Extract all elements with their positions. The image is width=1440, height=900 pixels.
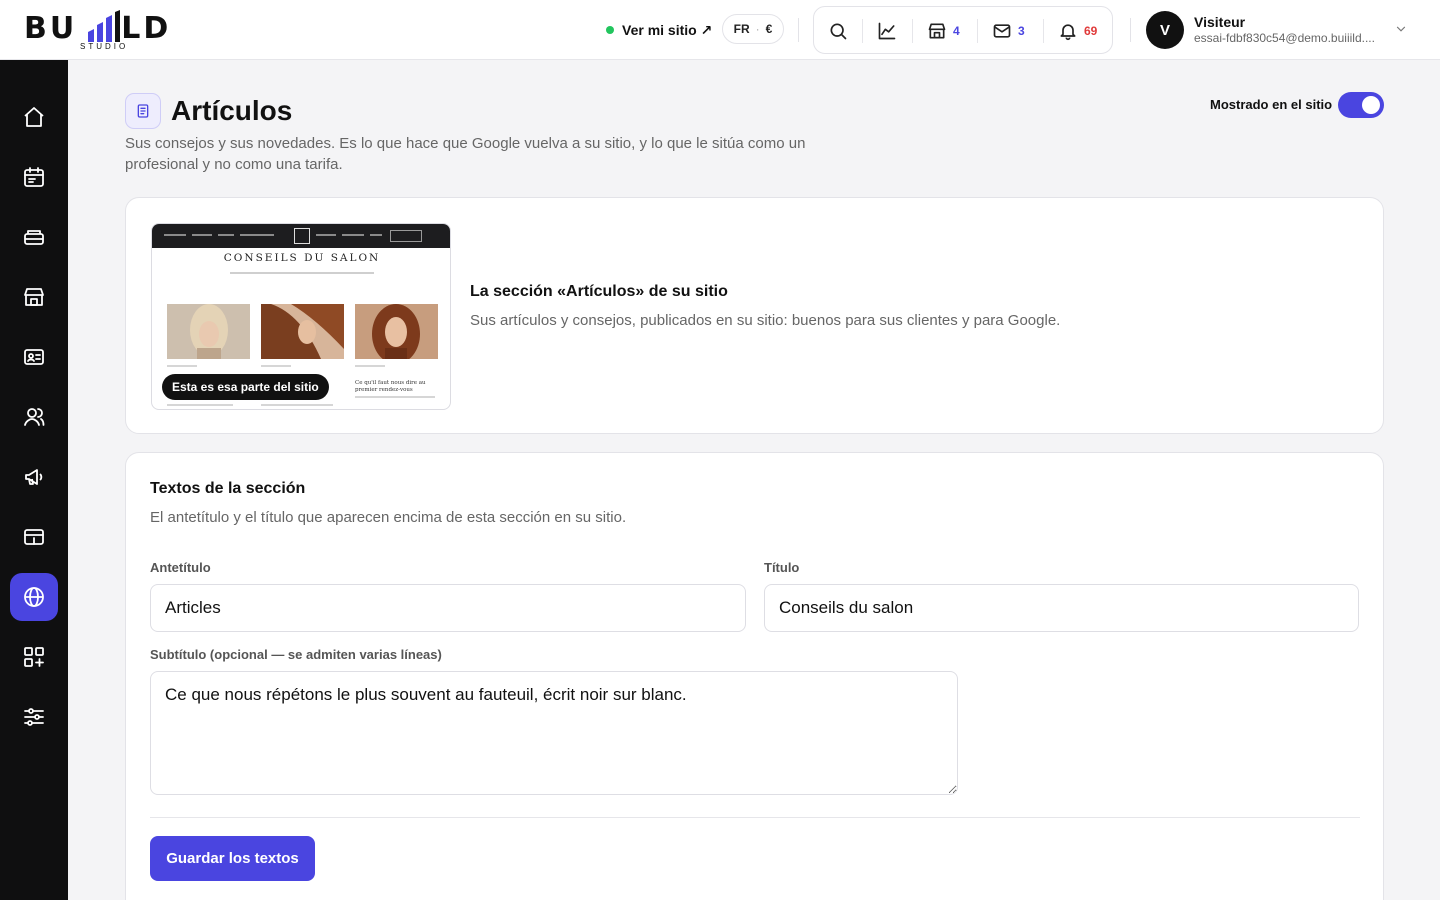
divider bbox=[1130, 18, 1131, 42]
preview-line bbox=[167, 365, 197, 367]
chevron-down-icon bbox=[1396, 26, 1406, 32]
establishments-button[interactable]: 4 bbox=[927, 19, 960, 43]
divider bbox=[798, 18, 799, 42]
store-icon bbox=[24, 288, 44, 306]
payment-card-icon bbox=[24, 529, 44, 545]
site-online-dot bbox=[606, 26, 614, 34]
preview-line bbox=[355, 365, 385, 367]
language-code: FR bbox=[733, 22, 750, 36]
preview-article-title: Ce qu'il faut nous dire au premier rende… bbox=[355, 380, 426, 393]
home-icon bbox=[24, 107, 44, 127]
sidebar-item-home[interactable] bbox=[10, 93, 58, 141]
sidebar-item-services[interactable] bbox=[10, 213, 58, 261]
preview-logo bbox=[294, 228, 310, 244]
build-studio-logo[interactable]: BU LD STUDIO bbox=[24, 8, 184, 52]
site-section-preview[interactable]: CONSEILS DU SALON Ce qu'il faut nous dir… bbox=[151, 223, 451, 410]
toolbar-divider bbox=[977, 19, 978, 43]
texts-card-description: El antetítulo y el título que aparecen e… bbox=[150, 509, 627, 526]
language-currency-selector[interactable]: FR · € bbox=[722, 14, 784, 44]
preview-line bbox=[261, 404, 333, 406]
preview-section-subtitle bbox=[230, 272, 374, 274]
sidebar-item-settings[interactable] bbox=[10, 693, 58, 741]
sidebar-item-calendar[interactable] bbox=[10, 153, 58, 201]
toolbar-group: 4 3 69 bbox=[813, 6, 1113, 54]
preview-site-nav bbox=[152, 224, 450, 248]
preview-line bbox=[355, 396, 435, 398]
section-preview-card: CONSEILS DU SALON Ce qu'il faut nous dir… bbox=[125, 197, 1384, 434]
preview-cta bbox=[390, 230, 422, 242]
bell-icon bbox=[1060, 24, 1076, 41]
section-texts-card: Textos de la sección El antetítulo y el … bbox=[125, 452, 1384, 900]
section-info-title: La sección «Artículos» de su sitio bbox=[470, 283, 728, 300]
user-menu[interactable]: V Visiteur essai-fdbf830c54@demo.buiiild… bbox=[1146, 10, 1416, 50]
store-icon bbox=[928, 23, 946, 39]
subtitle-textarea[interactable]: Ce que nous répétons le plus souvent au … bbox=[150, 671, 958, 795]
notifications-button[interactable]: 69 bbox=[1058, 19, 1097, 43]
document-icon bbox=[137, 104, 149, 118]
sidebar-item-store[interactable] bbox=[10, 273, 58, 321]
sidebar-item-contacts[interactable] bbox=[10, 333, 58, 381]
toolbar-divider bbox=[912, 19, 913, 43]
title-label: Título bbox=[764, 560, 800, 575]
shown-on-site-label: Mostrado en el sitio bbox=[1210, 97, 1333, 112]
page-description: Sus consejos y sus novedades. Es lo que … bbox=[125, 135, 806, 173]
view-site-link[interactable]: Ver mi sitio ↗ bbox=[606, 20, 712, 40]
preview-section-title: CONSEILS DU SALON bbox=[223, 252, 381, 264]
sliders-icon bbox=[24, 708, 44, 726]
kicker-label: Antetítulo bbox=[150, 560, 211, 575]
user-email: essai-fdbf830c54@demo.buiiild.... bbox=[1194, 31, 1375, 45]
sidebar-item-apps[interactable] bbox=[10, 633, 58, 681]
sidebar-item-clients[interactable] bbox=[10, 393, 58, 441]
sidebar-item-marketing[interactable] bbox=[10, 453, 58, 501]
subtitle-label: Subtítulo (opcional — se admiten varias … bbox=[150, 647, 442, 662]
user-name: Visiteur bbox=[1194, 14, 1246, 30]
contact-card-icon bbox=[24, 349, 44, 365]
preview-article-image-1 bbox=[167, 304, 250, 359]
language-separator: · bbox=[755, 22, 760, 36]
messages-button[interactable]: 3 bbox=[992, 19, 1025, 43]
calendar-icon bbox=[24, 167, 44, 187]
save-texts-button[interactable]: Guardar los textos bbox=[150, 836, 315, 881]
preview-article-image-3 bbox=[355, 304, 438, 359]
articles-page-icon bbox=[125, 93, 161, 129]
globe-icon bbox=[24, 587, 44, 607]
mail-icon bbox=[993, 24, 1011, 38]
top-bar: BU LD STUDIO Ver mi sitio ↗ FR · € 4 3 6… bbox=[0, 0, 1440, 60]
title-input[interactable] bbox=[764, 584, 1359, 632]
preview-line bbox=[261, 365, 291, 367]
users-icon bbox=[24, 408, 45, 426]
page-title: Artículos bbox=[171, 95, 293, 126]
services-icon bbox=[24, 230, 44, 245]
view-site-label: Ver mi sitio ↗ bbox=[622, 21, 713, 38]
shown-on-site-toggle[interactable] bbox=[1338, 92, 1384, 118]
stats-button[interactable] bbox=[877, 19, 897, 43]
preview-badge: Esta es esa parte del sitio bbox=[162, 374, 329, 400]
apps-icon bbox=[24, 647, 44, 667]
chart-line-icon bbox=[878, 22, 896, 40]
sidebar bbox=[0, 60, 68, 900]
establishments-count: 4 bbox=[953, 24, 960, 38]
sidebar-item-payments[interactable] bbox=[10, 513, 58, 561]
logo-subtitle: STUDIO bbox=[80, 42, 129, 51]
form-divider bbox=[150, 817, 1360, 818]
preview-line bbox=[167, 404, 233, 406]
section-info-description: Sus artículos y consejos, publicados en … bbox=[470, 312, 1061, 329]
currency-symbol: € bbox=[765, 22, 773, 36]
notifications-count: 69 bbox=[1084, 24, 1098, 38]
toolbar-divider bbox=[1043, 19, 1044, 43]
preview-article-image-2 bbox=[261, 304, 344, 359]
toolbar-divider bbox=[862, 19, 863, 43]
search-icon bbox=[830, 23, 847, 40]
search-button[interactable] bbox=[828, 19, 848, 43]
messages-count: 3 bbox=[1018, 24, 1025, 38]
texts-card-title: Textos de la sección bbox=[150, 480, 306, 497]
megaphone-icon bbox=[25, 469, 43, 485]
avatar: V bbox=[1146, 11, 1184, 49]
kicker-input[interactable] bbox=[150, 584, 746, 632]
toggle-knob bbox=[1362, 96, 1380, 114]
logo-bars-icon bbox=[88, 10, 120, 42]
sidebar-item-website[interactable] bbox=[10, 573, 58, 621]
